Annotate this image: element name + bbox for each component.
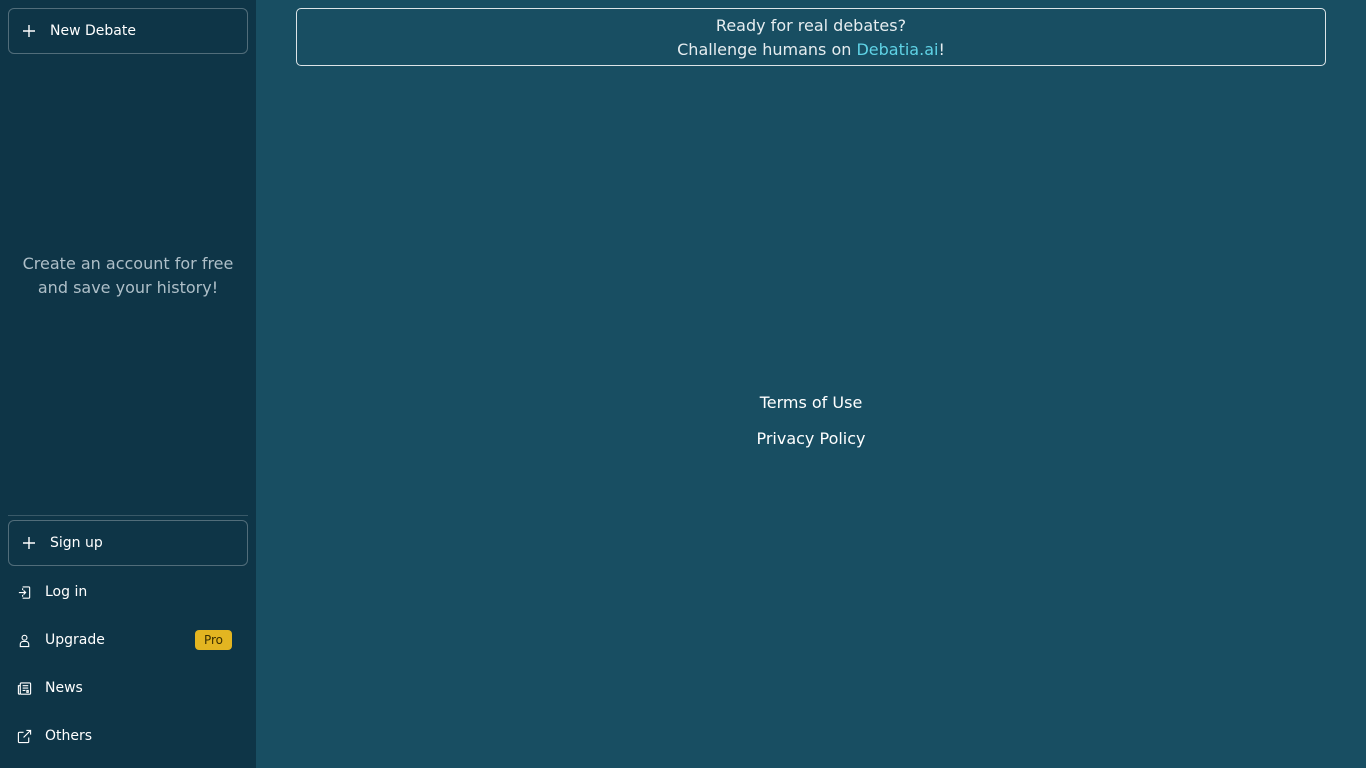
newspaper-icon (16, 680, 32, 696)
banner-prefix: Challenge humans on (677, 40, 857, 59)
user-icon (16, 632, 32, 648)
sidebar-divider (8, 515, 248, 516)
main-content: Ready for real debates? Challenge humans… (256, 0, 1366, 768)
banner-suffix: ! (938, 40, 945, 59)
login-icon (16, 584, 32, 600)
sidebar-item-label: Upgrade (45, 632, 105, 648)
sidebar-item-label: Log in (45, 584, 88, 600)
banner-line-1: Ready for real debates? (715, 16, 907, 35)
sidebar: New Debate Create an account for free an… (0, 0, 256, 768)
plus-icon (21, 535, 37, 551)
pro-badge: Pro (194, 630, 232, 650)
sign-up-label: Sign up (50, 535, 103, 551)
terms-of-use-link[interactable]: Terms of Use (760, 390, 863, 426)
sidebar-item-log-in[interactable]: Log in (8, 568, 248, 616)
sidebar-item-upgrade[interactable]: Upgrade Pro (8, 616, 248, 664)
sidebar-item-label: Others (45, 728, 93, 744)
sign-up-button[interactable]: Sign up (8, 520, 248, 566)
external-link-icon (16, 728, 32, 744)
history-empty-note: Create an account for free and save your… (22, 253, 234, 297)
footer-links: Terms of Use Privacy Policy (256, 390, 1366, 462)
sidebar-item-others[interactable]: Others (8, 712, 248, 760)
sidebar-item-news[interactable]: News (8, 664, 248, 712)
privacy-policy-link[interactable]: Privacy Policy (756, 426, 865, 462)
debatia-link[interactable]: Debatia.ai (856, 40, 938, 59)
sidebar-item-label: News (45, 680, 83, 696)
promo-banner: Ready for real debates? Challenge humans… (296, 8, 1326, 66)
banner-line-2: Challenge humans on Debatia.ai! (297, 38, 1325, 62)
